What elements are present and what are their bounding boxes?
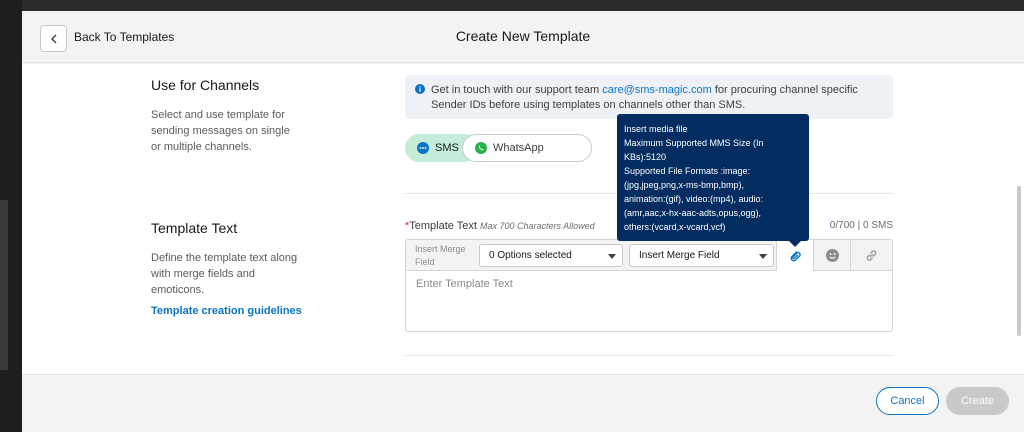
create-button[interactable]: Create [946,387,1009,415]
page-title: Create New Template [455,28,591,44]
info-icon [415,84,425,94]
tooltip-line: animation:(gif), video:(mp4), audio: [624,194,764,204]
template-text-editor: Insert Merge Field 0 Options selected In… [405,239,893,332]
tooltip-line: KBs):5120 [624,152,667,162]
character-limit-hint: Max 700 Characters Allowed [479,221,595,231]
main-content: Use for Channels Select and use template… [22,64,1024,374]
emoji-icon [825,249,839,262]
window-edge-shade [0,200,8,370]
tooltip-line: others:(vcard,x-vcard,vcf) [624,222,726,232]
insert-media-tooltip: Insert media file Maximum Supported MMS … [617,114,809,247]
channels-section-description: Select and use template for sending mess… [151,109,290,153]
channel-whatsapp-label: WhatsApp [493,142,544,154]
template-text-label: Template Text [409,220,477,232]
template-editor-window: Back To Templates Create New Template Us… [22,11,1024,432]
tooltip-line: Maximum Supported MMS Size (In [624,138,764,148]
channels-section-title: Use for Channels [151,77,260,93]
info-message: Get in touch with our support team care@… [431,83,886,113]
template-text-section-description: Define the template text along with merg… [151,252,298,296]
merge-field-select[interactable]: Insert Merge Field [629,244,774,267]
chevron-down-icon [608,254,616,259]
channel-whatsapp-toggle[interactable]: WhatsApp [462,134,592,162]
attachment-icon [790,250,801,261]
section-divider-bottom [405,355,893,356]
options-select-value: 0 Options selected [489,250,572,261]
channel-sms-label: SMS [435,142,459,154]
tooltip-line: Insert media file [624,124,688,134]
tooltip-arrow [789,241,801,247]
whatsapp-icon [475,142,487,154]
channels-info-box: Get in touch with our support team care@… [405,75,893,119]
info-text-before: Get in touch with our support team [431,84,603,96]
chevron-down-icon [759,254,767,259]
support-email-link[interactable]: care@sms-magic.com [602,84,712,96]
window-edge [0,0,22,432]
insert-merge-field-label: Insert Merge Field [415,244,466,267]
page-footer: Cancel Create [22,374,1024,432]
template-text-field-label: *Template Text Max 700 Characters Allowed [405,220,595,232]
template-text-input[interactable]: Enter Template Text [416,278,513,290]
insert-emoji-button[interactable] [813,240,850,271]
scrollbar[interactable] [1017,186,1021,336]
cancel-button[interactable]: Cancel [876,387,939,415]
page-header: Back To Templates Create New Template [22,11,1024,63]
tooltip-line: (jpg,jpeg,png,x-ms-bmp,bmp), [624,180,745,190]
merge-field-select-value: Insert Merge Field [639,250,720,261]
character-counter: 0/700 | 0 SMS [829,220,893,231]
editor-toolbar: Insert Merge Field 0 Options selected In… [406,240,892,271]
sms-bubble-icon [417,142,429,154]
tooltip-line: (amr,aac,x-hx-aac-adts,opus,ogg), [624,208,762,218]
link-icon [866,250,877,261]
insert-link-button[interactable] [850,240,892,271]
tooltip-line: Supported File Formats :image: [624,166,751,176]
options-select[interactable]: 0 Options selected [479,244,623,267]
template-guidelines-link[interactable]: Template creation guidelines [151,305,302,317]
template-text-section-title: Template Text [151,220,238,236]
